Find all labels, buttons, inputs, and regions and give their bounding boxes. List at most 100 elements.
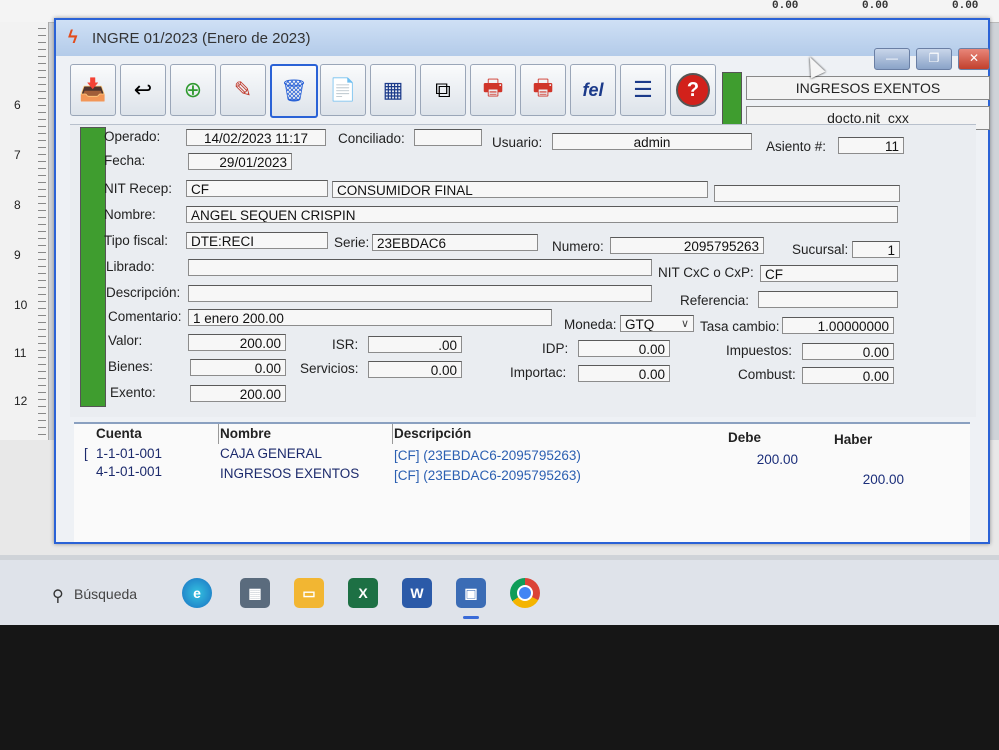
printer-icon: 🖶	[532, 75, 554, 100]
combust-field[interactable]: 0.00	[802, 367, 894, 384]
numero-field[interactable]: 2095795263	[610, 237, 764, 254]
excel-icon[interactable]: X	[348, 578, 378, 608]
fel-button[interactable]: fel	[570, 64, 616, 116]
comentario-label: Comentario:	[108, 309, 182, 324]
edit-button[interactable]: ✎	[220, 64, 266, 116]
delete-button[interactable]: 🗑	[270, 64, 318, 118]
grid-icon: ▦	[382, 77, 404, 102]
save-button[interactable]: 📥	[70, 64, 116, 116]
minimize-button[interactable]: —	[874, 48, 910, 70]
tipo-fiscal-field[interactable]: DTE:RECI	[186, 232, 328, 249]
help-button[interactable]: ?	[670, 64, 716, 116]
list-button[interactable]: ☰	[620, 64, 666, 116]
nombre-cell: CAJA GENERAL	[220, 446, 323, 461]
column-header-cuenta[interactable]: Cuenta	[96, 426, 142, 441]
column-divider	[392, 424, 393, 444]
tasa-cambio-label: Tasa cambio:	[700, 319, 780, 334]
exento-label: Exento:	[110, 385, 156, 400]
column-header-nombre[interactable]: Nombre	[220, 426, 271, 441]
search-icon[interactable]: ⚲	[52, 586, 64, 606]
title-bar[interactable]: ϟ INGRE 01/2023 (Enero de 2023)	[56, 20, 988, 56]
conciliado-field[interactable]	[414, 129, 482, 146]
pencil-icon: ✎	[233, 77, 253, 102]
ruler-number: 11	[14, 346, 27, 360]
referencia-label: Referencia:	[680, 293, 750, 308]
ingreso-window: ϟ INGRE 01/2023 (Enero de 2023) — ❐ ✕ 📥 …	[54, 18, 990, 544]
nit-extra-field	[714, 185, 900, 202]
add-button[interactable]: ⊕	[170, 64, 216, 116]
background-value: 0.00	[862, 0, 889, 12]
moneda-label: Moneda:	[564, 317, 617, 332]
sucursal-field[interactable]: 1	[852, 241, 900, 258]
close-button[interactable]: ✕	[958, 48, 990, 70]
descripcion-cell: [CF] (23EBDAC6-2095795263)	[394, 468, 581, 483]
servicios-field[interactable]: 0.00	[368, 361, 462, 378]
column-header-debe[interactable]: Debe	[728, 430, 761, 445]
undo-button[interactable]: ↩	[120, 64, 166, 116]
file-explorer-icon[interactable]: ▭	[294, 578, 324, 608]
ruler-number: 10	[14, 298, 28, 312]
nit-cxc-label: NIT CxC o CxP:	[658, 265, 754, 280]
haber-cell: 200.00	[862, 472, 904, 487]
descripcion-label: Descripción:	[106, 285, 181, 300]
tasa-cambio-field[interactable]: 1.00000000	[782, 317, 894, 334]
valor-field[interactable]: 200.00	[188, 334, 286, 351]
chrome-icon[interactable]	[510, 578, 540, 608]
column-header-haber[interactable]: Haber	[834, 432, 872, 447]
fecha-field[interactable]: 29/01/2023	[188, 153, 292, 170]
app-icon[interactable]: ▣	[456, 578, 486, 608]
undo-icon: ↩	[133, 77, 153, 102]
bienes-field[interactable]: 0.00	[190, 359, 286, 376]
print-preview-button[interactable]: 🖶	[520, 64, 566, 116]
status-indicator	[722, 72, 742, 126]
ruler-number: 6	[14, 98, 21, 112]
chevron-down-icon: ∨	[680, 318, 689, 330]
debe-cell: 200.00	[756, 452, 798, 467]
comentario-field[interactable]: 1 enero 200.00	[188, 309, 552, 326]
print-button[interactable]: 🖶	[470, 64, 516, 116]
serie-field[interactable]: 23EBDAC6	[372, 234, 538, 251]
cancel-document-button[interactable]: 📄	[320, 64, 366, 116]
taskbar-search[interactable]: Búsqueda	[74, 586, 137, 602]
maximize-button[interactable]: ❐	[916, 48, 952, 70]
calculator-icon[interactable]: ▦	[240, 578, 270, 608]
isr-label: ISR:	[332, 337, 359, 352]
edge-icon[interactable]: e	[182, 578, 212, 608]
moneda-select[interactable]: GTQ ∨	[620, 315, 694, 332]
nit-recep-field[interactable]: CF	[186, 180, 328, 197]
nombre-field[interactable]: ANGEL SEQUEN CRISPIN	[186, 206, 898, 223]
descripcion-cell: [CF] (23EBDAC6-2095795263)	[394, 448, 581, 463]
impuestos-field[interactable]: 0.00	[802, 343, 894, 360]
isr-field[interactable]: .00	[368, 336, 462, 353]
add-document-icon: ⊕	[183, 77, 203, 102]
referencia-field[interactable]	[758, 291, 898, 308]
cuenta-cell[interactable]: 4-1-01-001	[96, 464, 162, 479]
bienes-label: Bienes:	[108, 359, 154, 374]
moneda-value: GTQ	[625, 317, 655, 332]
combust-label: Combust:	[738, 367, 796, 382]
copy-button[interactable]: ⧉	[420, 64, 466, 116]
window-title: INGRE 01/2023 (Enero de 2023)	[92, 30, 311, 47]
form-panel: Operado: 14/02/2023 11:17 Conciliado: Us…	[70, 124, 976, 417]
nombre-cell: INGRESOS EXENTOS	[220, 466, 360, 481]
exento-field[interactable]: 200.00	[190, 385, 286, 402]
librado-field[interactable]	[188, 259, 652, 276]
ruler-number: 12	[14, 394, 28, 408]
word-icon[interactable]: W	[402, 578, 432, 608]
entries-table: Cuenta Nombre Descripción Debe Haber [ 1…	[74, 422, 970, 542]
cuenta-cell[interactable]: 1-1-01-001	[96, 446, 162, 461]
descripcion-field[interactable]	[188, 285, 652, 302]
nit-cxc-field[interactable]: CF	[760, 265, 898, 282]
operado-label: Operado:	[104, 129, 161, 144]
importac-field[interactable]: 0.00	[578, 365, 670, 382]
idp-field[interactable]: 0.00	[578, 340, 670, 357]
fecha-label: Fecha:	[104, 153, 146, 168]
valor-label: Valor:	[108, 333, 143, 348]
app-logo-icon: ϟ	[68, 27, 78, 47]
usuario-field: admin	[552, 133, 752, 150]
column-header-descripcion[interactable]: Descripción	[394, 426, 471, 441]
grid-button[interactable]: ▦	[370, 64, 416, 116]
fel-icon: fel	[582, 79, 604, 100]
vertical-ruler: 6 7 8 9 10 11 12	[0, 22, 49, 442]
librado-label: Librado:	[106, 259, 155, 274]
